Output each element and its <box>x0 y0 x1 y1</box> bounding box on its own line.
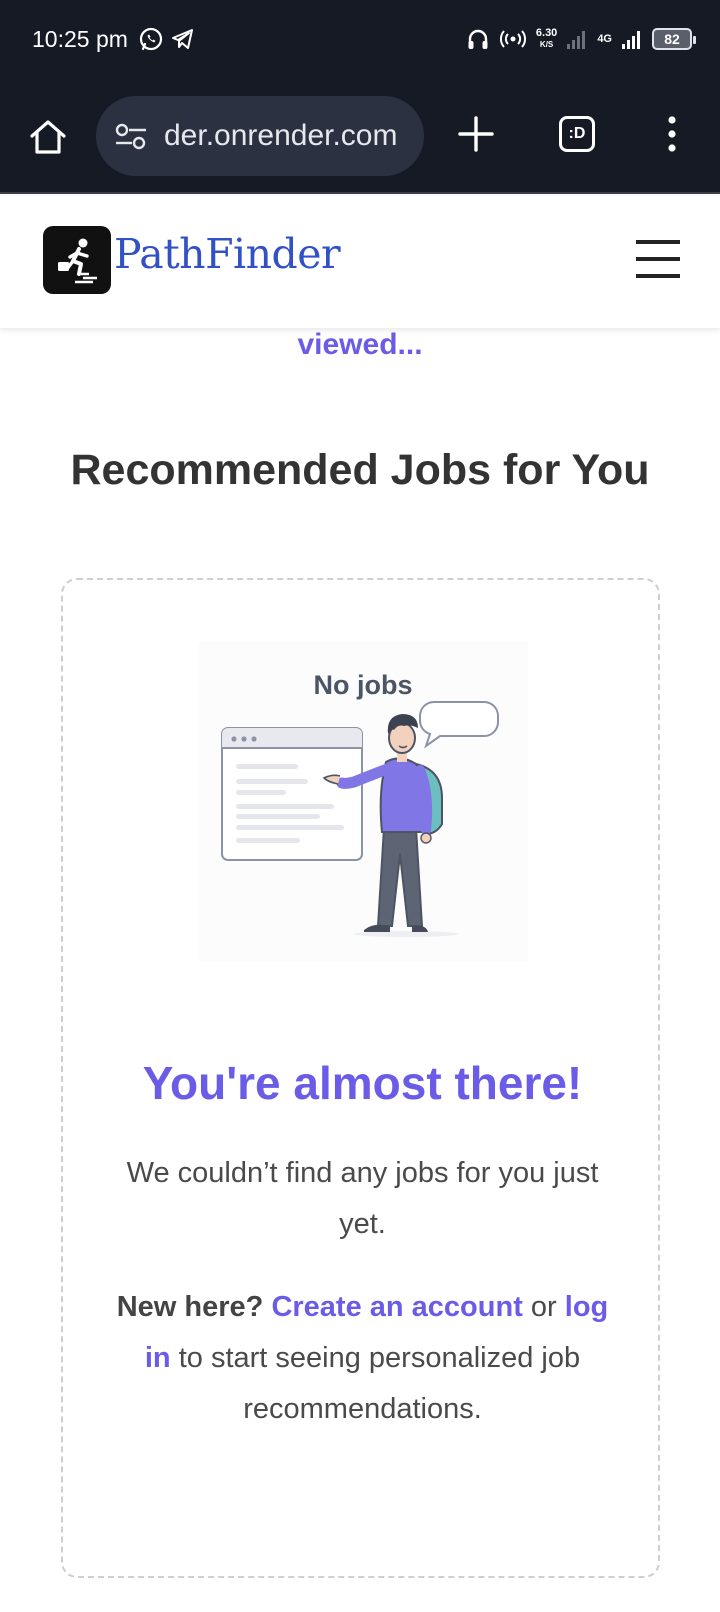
headphones-icon <box>468 29 488 49</box>
new-tab-plus-icon[interactable] <box>456 114 496 154</box>
signal-weak-icon <box>567 31 586 49</box>
net-speed-unit: K/S <box>539 40 554 49</box>
signup-prompt: New here? Create an account or log in to… <box>113 1282 612 1435</box>
hamburger-menu-icon[interactable] <box>636 238 680 280</box>
net-speed: 6.30 K/S <box>536 28 557 50</box>
cta-suffix: to start seeing personalized job recomme… <box>178 1342 581 1425</box>
brand-name[interactable]: PathFinder <box>114 230 341 278</box>
runner-logo-icon[interactable] <box>43 226 111 294</box>
url-text[interactable]: der.onrender.com <box>164 119 397 153</box>
create-account-link[interactable]: Create an account <box>271 1291 522 1323</box>
telegram-icon <box>172 29 193 49</box>
whatsapp-icon <box>139 27 163 51</box>
empty-state-card: No jobs You're almost there! We couldn’t… <box>61 578 660 1578</box>
empty-state-description: We couldn’t find any jobs for you just y… <box>126 1157 599 1240</box>
no-jobs-illustration: No jobs <box>198 642 528 962</box>
more-vert-icon[interactable] <box>660 114 684 154</box>
tab-switcher-label: :D <box>568 125 586 142</box>
cta-prefix: New here? <box>116 1291 264 1323</box>
empty-state-heading: You're almost there! <box>142 1057 583 1109</box>
battery-indicator: 82 <box>652 28 696 50</box>
browser-toolbar: der.onrender.com :D <box>0 80 720 194</box>
section-title: Recommended Jobs for You <box>70 446 650 494</box>
network-type: 4G <box>597 32 612 45</box>
site-settings-icon[interactable] <box>114 121 148 151</box>
status-bar: 10:25 pm 6.30 K/S 4G 82 <box>0 0 720 80</box>
status-time: 10:25 pm <box>32 26 128 52</box>
address-bar[interactable]: der.onrender.com <box>96 96 424 176</box>
signal-icon <box>622 31 640 49</box>
home-icon[interactable] <box>27 116 69 158</box>
battery-level: 82 <box>664 31 680 47</box>
cta-or: or <box>530 1291 557 1323</box>
net-speed-value: 6.30 <box>535 27 558 39</box>
hotspot-icon <box>499 30 526 48</box>
illustration-label: No jobs <box>313 670 413 700</box>
recently-viewed-link[interactable]: viewed... <box>0 328 720 362</box>
status-right-cluster: 6.30 K/S 4G 82 <box>466 24 696 54</box>
tab-switcher-button[interactable]: :D <box>559 116 595 152</box>
site-header: PathFinder <box>0 196 720 328</box>
